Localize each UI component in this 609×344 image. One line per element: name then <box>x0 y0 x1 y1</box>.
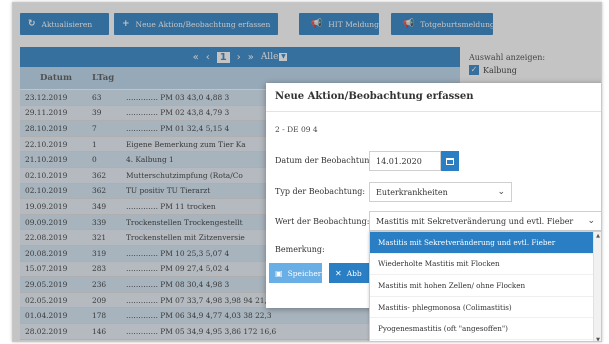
dropdown-option[interactable]: Wiederholte Mastitis mit Flocken <box>370 254 601 276</box>
calendar-button[interactable] <box>441 151 459 171</box>
date-value: 14.01.2020 <box>376 156 422 166</box>
value-dropdown-list: Mastitis mit Sekretveränderung und evtl.… <box>369 231 601 341</box>
close-icon: ✕ <box>335 268 342 278</box>
value-label: Wert der Beobachtung: <box>275 217 370 226</box>
dropdown-options: Mastitis mit Sekretveränderung und evtl.… <box>370 232 601 340</box>
cancel-label: Abb <box>346 268 362 278</box>
app-window: ↻ Aktualisieren + Neue Aktion/Beobachtun… <box>12 2 602 342</box>
value-value: Mastitis mit Sekretveränderung und evtl.… <box>376 216 574 226</box>
dropdown-option[interactable]: Pyogenesmastitis (oft "angesoffen") <box>370 318 601 340</box>
scroll-down-icon[interactable]: ▼ <box>594 337 601 341</box>
animal-id: 2 - DE 09 4 <box>275 125 318 134</box>
value-select[interactable]: Mastitis mit Sekretveränderung und evtl.… <box>369 211 601 231</box>
new-action-dialog: Neue Aktion/Beobachtung erfassen 2 - DE … <box>266 83 601 341</box>
date-input[interactable]: 14.01.2020 <box>369 151 441 171</box>
save-label: Speichern <box>287 268 327 278</box>
chevron-down-icon: ⌄ <box>587 216 595 226</box>
dropdown-option[interactable]: Mastitis mit Sekretveränderung und evtl.… <box>370 232 601 254</box>
floppy-disk-icon: ▣ <box>275 268 283 278</box>
chevron-down-icon: ⌄ <box>497 187 505 197</box>
type-label: Typ der Beobachtung: <box>275 187 366 196</box>
date-label: Datum der Beobachtung: <box>275 156 378 165</box>
type-value: Euterkrankheiten <box>376 187 448 197</box>
dropdown-option[interactable]: Mastitis mit hohen Zellen/ ohne Flocken <box>370 275 601 297</box>
calendar-icon <box>446 157 454 165</box>
dialog-title: Neue Aktion/Beobachtung erfassen <box>275 91 474 102</box>
dropdown-option[interactable]: Mastitis- phlegmonosa (Colimastitis) <box>370 297 601 319</box>
type-select[interactable]: Euterkrankheiten ⌄ <box>369 182 512 202</box>
save-button[interactable]: ▣ Speichern <box>269 263 326 283</box>
remark-label: Bemerkung: <box>275 245 325 254</box>
cancel-button[interactable]: ✕ Abb <box>329 263 369 283</box>
dropdown-scrollbar[interactable]: ▲ ▼ <box>593 232 601 341</box>
dialog-divider <box>266 111 601 112</box>
scroll-up-icon[interactable]: ▲ <box>594 233 601 239</box>
